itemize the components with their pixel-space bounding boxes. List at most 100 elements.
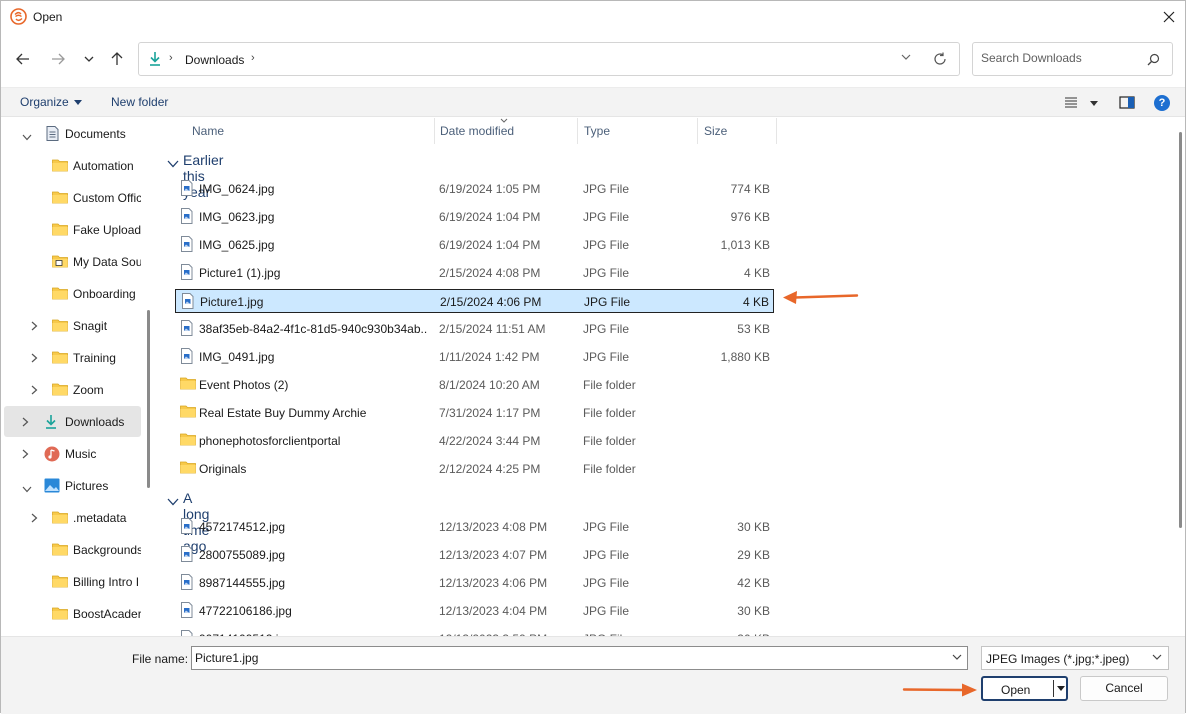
sidebar-item-documents[interactable]: Documents — [4, 118, 141, 149]
search-input[interactable] — [981, 51, 1141, 65]
sidebar-item-backgrounds[interactable]: Backgrounds — [4, 534, 141, 565]
address-history-chevron-icon[interactable] — [901, 54, 911, 60]
chevron-down-icon[interactable] — [952, 654, 962, 660]
sidebar-item-boostacader[interactable]: BoostAcader — [4, 598, 141, 629]
file-row[interactable]: 4572174512.jpg 12/13/2023 4:08 PM JPG File… — [175, 515, 774, 539]
sidebar-item-label: Onboarding — [73, 287, 136, 301]
chevron-down-icon[interactable] — [22, 130, 32, 144]
file-name: IMG_0623.jpg — [199, 210, 275, 224]
file-list-scrollbar[interactable] — [1171, 118, 1185, 636]
scrollbar-thumb[interactable] — [1179, 132, 1182, 528]
file-date-modified: 2/12/2024 4:25 PM — [439, 462, 541, 476]
sidebar-item-automation[interactable]: Automation — [4, 150, 141, 181]
file-date-modified: 8/1/2024 10:20 AM — [439, 378, 540, 392]
address-bar[interactable]: › Downloads › — [138, 42, 960, 76]
recent-locations-button[interactable] — [78, 48, 100, 70]
navigation-pane-scrollbar[interactable] — [147, 310, 150, 488]
up-button[interactable] — [106, 48, 128, 70]
preview-pane-icon[interactable] — [1119, 96, 1135, 109]
help-icon[interactable]: ? — [1154, 95, 1170, 111]
file-row[interactable]: 38af35eb-84a2-4f1c-81d5-940c930b34ab....… — [175, 317, 774, 341]
file-size: 29 KB — [737, 548, 770, 562]
sort-indicator-icon — [500, 118, 508, 123]
column-divider[interactable] — [776, 118, 777, 144]
window-title: Open — [33, 10, 63, 24]
sidebar-item-metadata[interactable]: .metadata — [4, 502, 141, 533]
file-type: JPG File — [583, 548, 630, 562]
chevron-down-icon[interactable] — [22, 482, 32, 496]
file-type-filter-select[interactable]: JPEG Images (*.jpg;*.jpeg) — [981, 646, 1169, 670]
view-details-icon[interactable] — [1064, 96, 1078, 108]
folder-row[interactable]: Originals 2/12/2024 4:25 PM File folder — [175, 457, 774, 481]
column-divider[interactable] — [434, 118, 435, 144]
file-type: JPG File — [583, 520, 630, 534]
file-row[interactable]: 90714109512.jpg12/13/2023 3:59 PMJPG Fil… — [175, 627, 774, 636]
sidebar-item-billing-intro-i[interactable]: Billing Intro I — [4, 566, 141, 597]
file-row[interactable]: Picture1.jpg 2/15/2024 4:06 PM JPG File 4 K… — [175, 289, 774, 313]
open-options-caret-icon[interactable] — [1057, 686, 1065, 691]
back-button[interactable] — [12, 48, 34, 70]
sidebar-item-label: Snagit — [73, 319, 108, 333]
file-row[interactable]: IMG_0623.jpg 6/19/2024 1:04 PM JPG File 976… — [175, 205, 774, 229]
folder-row[interactable]: phonephotosforclientportal 4/22/2024 3:44… — [175, 429, 774, 453]
chevron-right-icon[interactable] — [31, 384, 38, 398]
breadcrumb-downloads[interactable]: Downloads — [185, 53, 244, 67]
column-header-type[interactable]: Type — [584, 124, 610, 138]
chevron-down-icon[interactable] — [167, 155, 179, 171]
sidebar-item-label: .metadata — [73, 511, 127, 525]
file-row[interactable]: IMG_0625.jpg 6/19/2024 1:04 PM JPG File 1,0… — [175, 233, 774, 257]
column-divider[interactable] — [697, 118, 698, 144]
chevron-right-icon[interactable] — [31, 512, 38, 526]
sidebar-item-label: Custom Offic — [73, 191, 141, 205]
search-icon[interactable] — [1147, 53, 1160, 66]
column-header-name[interactable]: Name — [192, 124, 224, 138]
file-row[interactable]: 2800755089.jpg 12/13/2023 4:07 PM JPG File… — [175, 543, 774, 567]
chevron-down-icon[interactable] — [167, 493, 179, 509]
sidebar-item-fake-upload[interactable]: Fake Upload — [4, 214, 141, 245]
folder-row[interactable]: Real Estate Buy Dummy Archie 7/31/2024 1:… — [175, 401, 774, 425]
column-divider[interactable] — [577, 118, 578, 144]
image-file-icon — [180, 518, 193, 537]
chevron-right-icon[interactable] — [22, 448, 29, 462]
search-box[interactable] — [972, 42, 1173, 76]
sidebar-item-pictures[interactable]: Pictures — [4, 470, 141, 501]
forward-button[interactable] — [47, 48, 69, 70]
refresh-icon[interactable] — [933, 52, 947, 66]
file-name-input[interactable] — [195, 651, 935, 665]
sidebar-item-snagit[interactable]: Snagit — [4, 310, 141, 341]
sidebar-item-downloads[interactable]: Downloads — [4, 406, 141, 437]
sidebar-item-onboarding[interactable]: Onboarding — [4, 278, 141, 309]
chevron-right-icon[interactable] — [31, 352, 38, 366]
column-header-date-modified[interactable]: Date modified — [440, 124, 514, 138]
file-size: 30 KB — [737, 604, 770, 618]
close-button[interactable] — [1153, 1, 1185, 33]
sidebar-item-zoom[interactable]: Zoom — [4, 374, 141, 405]
cancel-button[interactable]: Cancel — [1080, 676, 1168, 701]
file-row[interactable]: IMG_0624.jpg 6/19/2024 1:05 PM JPG File 774… — [175, 177, 774, 201]
sidebar-item-my-data-sou[interactable]: My Data Sou — [4, 246, 141, 277]
music-icon — [44, 446, 60, 465]
file-date-modified: 1/11/2024 1:42 PM — [439, 350, 540, 364]
folder-row[interactable]: Event Photos (2) 8/1/2024 10:20 AM File fo… — [175, 373, 774, 397]
file-row[interactable]: Picture1 (1).jpg 2/15/2024 4:08 PM JPG Fil… — [175, 261, 774, 285]
open-button[interactable]: Open — [981, 676, 1068, 701]
sidebar-item-custom-offic[interactable]: Custom Offic — [4, 182, 141, 213]
file-row[interactable]: IMG_0491.jpg 1/11/2024 1:42 PM JPG File 1,8… — [175, 345, 774, 369]
folder-icon — [52, 190, 68, 207]
view-options-caret-icon[interactable] — [1090, 101, 1098, 106]
file-date-modified: 2/15/2024 11:51 AM — [439, 322, 546, 336]
file-name-combobox[interactable] — [191, 646, 968, 670]
chevron-right-icon[interactable] — [22, 416, 29, 430]
open-file-dialog: Open › Downloads › Search Downloads Orga… — [0, 0, 1186, 714]
sidebar-item-music[interactable]: Music — [4, 438, 141, 469]
folder-icon — [52, 158, 68, 175]
sidebar-item-training[interactable]: Training — [4, 342, 141, 373]
file-row[interactable]: 8987144555.jpg 12/13/2023 4:06 PM JPG File… — [175, 571, 774, 595]
organize-menu-button[interactable]: Organize — [20, 95, 82, 109]
column-header-size[interactable]: Size — [704, 124, 727, 138]
new-folder-button[interactable]: New folder — [111, 95, 168, 109]
file-row[interactable]: 47722106186.jpg 12/13/2023 4:04 PM JPG Fil… — [175, 599, 774, 623]
breadcrumb-chevron-icon[interactable]: › — [251, 52, 255, 64]
image-file-icon — [180, 264, 193, 283]
chevron-right-icon[interactable] — [31, 320, 38, 334]
